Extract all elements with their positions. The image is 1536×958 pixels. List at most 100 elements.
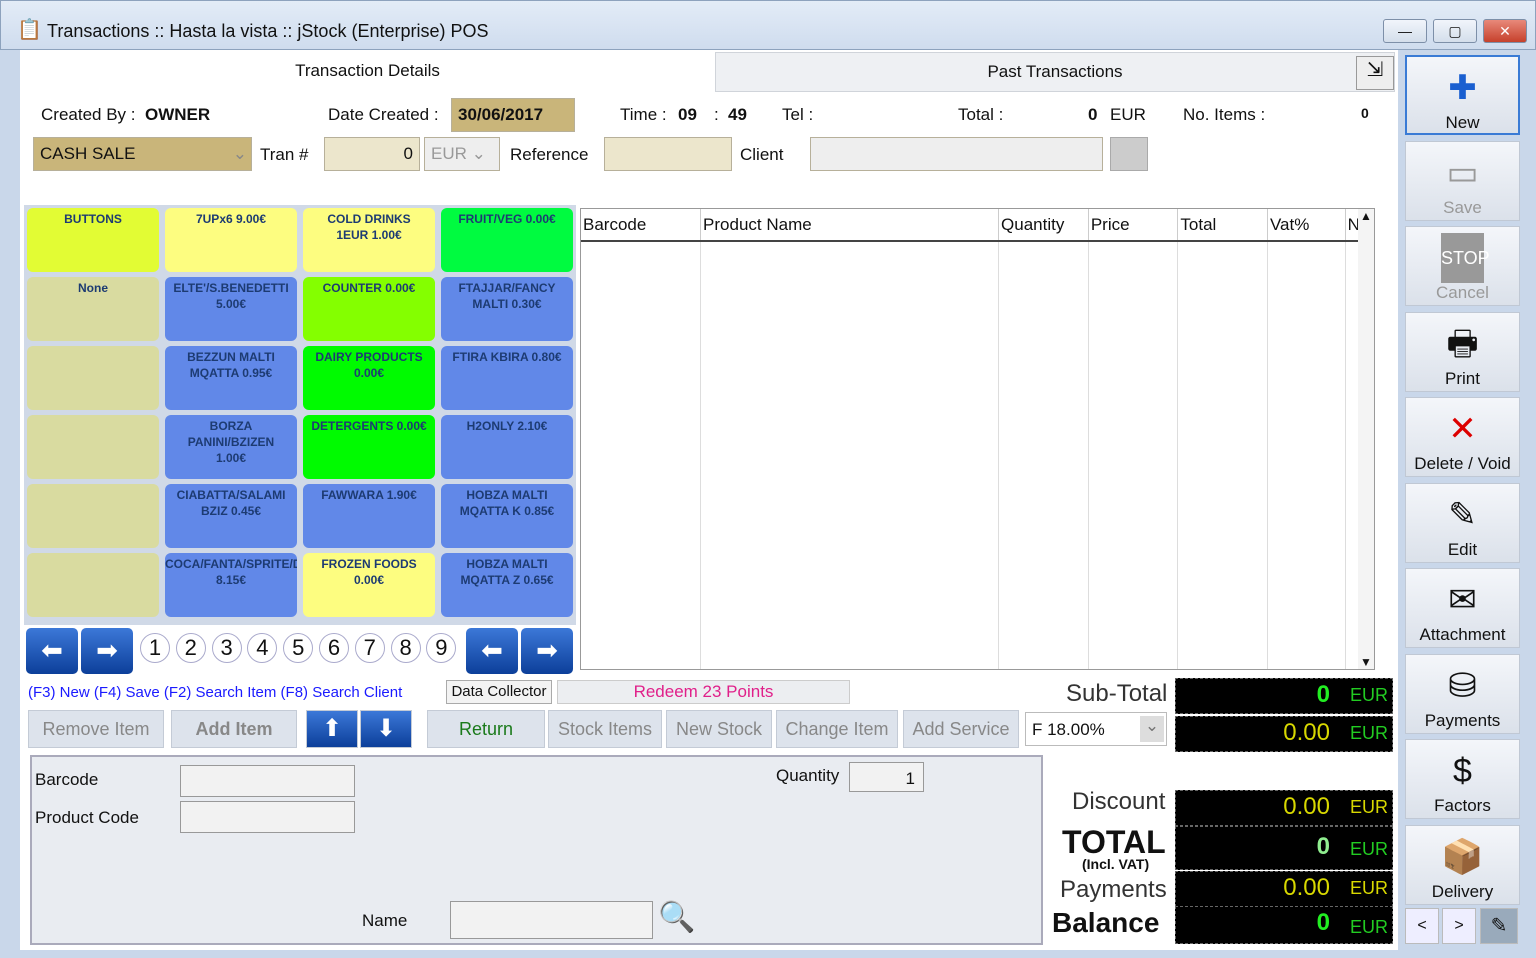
product-button[interactable] (27, 484, 159, 548)
prev-group-button[interactable]: ⬅ (26, 628, 78, 674)
column-header[interactable]: Price (1088, 209, 1179, 242)
product-button[interactable] (27, 346, 159, 410)
add-service-button[interactable]: Add Service (903, 710, 1019, 748)
barcode-input[interactable] (180, 765, 355, 797)
column-header[interactable]: Vat% (1267, 209, 1346, 242)
product-button[interactable]: 7UPx6 9.00€ (165, 208, 297, 272)
product-button[interactable]: FTAJJAR/FANCY MALTI 0.30€ (441, 277, 573, 341)
stock-items-button[interactable]: Stock Items (548, 710, 662, 748)
client-select[interactable] (810, 137, 1103, 171)
product-button[interactable]: FROZEN FOODS 0.00€ (303, 553, 435, 617)
chevron-down-icon: ⌄ (1140, 716, 1164, 742)
product-button[interactable]: COUNTER 0.00€ (303, 277, 435, 341)
minimize-button[interactable]: — (1383, 19, 1427, 43)
tab-transaction-details[interactable]: Transaction Details (20, 52, 715, 92)
tran-field[interactable]: 0 (324, 137, 420, 171)
quantity-input[interactable]: 1 (849, 762, 924, 792)
print-button[interactable]: 🖶 Print (1405, 311, 1520, 392)
table-cell (998, 241, 1089, 669)
balance-display: 0 EUR (1175, 906, 1393, 944)
column-header[interactable]: Quantity (998, 209, 1089, 242)
save-label: Save (1443, 197, 1482, 217)
product-button[interactable]: ELTE'/S.BENEDETTI 5.00€ (165, 277, 297, 341)
delivery-button[interactable]: 📦 Delivery (1405, 824, 1520, 905)
product-button[interactable]: FAWWARA 1.90€ (303, 484, 435, 548)
product-button[interactable]: COLD DRINKS 1EUR 1.00€ (303, 208, 435, 272)
payments-label: Payments (1424, 710, 1501, 730)
page-button[interactable]: 7 (354, 633, 385, 663)
cancel-button[interactable]: STOP Cancel (1405, 226, 1520, 306)
table-cell (1177, 241, 1268, 669)
total-currency: EUR (1110, 105, 1146, 124)
attachment-button[interactable]: ✉ Attachment (1405, 568, 1520, 648)
currency-value: EUR (431, 144, 467, 163)
payments-button[interactable]: ⛁ Payments (1405, 653, 1520, 734)
client-lookup-button[interactable] (1110, 137, 1148, 171)
factors-button[interactable]: $ Factors (1405, 739, 1520, 819)
time-hour: 09 (678, 105, 697, 124)
product-button[interactable]: BEZZUN MALTI MQATTA 0.95€ (165, 346, 297, 410)
page-button[interactable]: 2 (175, 633, 206, 663)
product-button[interactable]: FTIRA KBIRA 0.80€ (441, 346, 573, 410)
next-group-button[interactable]: ➡ (81, 628, 133, 674)
export-icon[interactable]: ⇲ (1356, 56, 1394, 90)
date-field[interactable]: 30/06/2017 (451, 98, 575, 132)
factors-label: Factors (1434, 796, 1491, 815)
product-button[interactable]: CIABATTA/SALAMI BZIZ 0.45€ (165, 484, 297, 548)
page-button[interactable]: 1 (140, 633, 170, 663)
change-item-button[interactable]: Change Item (776, 710, 898, 748)
search-icon[interactable]: 🔍 (658, 900, 695, 935)
currency-select[interactable]: EUR ⌄ (424, 137, 500, 171)
next-button[interactable]: > (1442, 908, 1476, 944)
save-button[interactable]: ▭ Save (1405, 140, 1520, 221)
move-up-button[interactable]: ⬆ (306, 710, 358, 748)
product-button[interactable]: None (27, 277, 159, 341)
settings-icon[interactable]: ✎ (1480, 908, 1518, 944)
table-scrollbar[interactable]: ▲ ▼ (1358, 209, 1374, 669)
next-page-button[interactable]: ➡ (521, 628, 573, 674)
page-button[interactable]: 5 (283, 633, 314, 663)
new-button[interactable]: ✚ New (1405, 55, 1520, 135)
product-button[interactable] (27, 415, 159, 479)
vat-select[interactable]: F 18.00% ⌄ (1025, 712, 1167, 746)
name-input[interactable] (450, 901, 653, 939)
page-button[interactable]: 6 (319, 633, 349, 663)
maximize-button[interactable]: ▢ (1433, 19, 1477, 43)
column-header[interactable]: Barcode (581, 209, 702, 242)
column-header[interactable]: Product Name (700, 209, 1000, 242)
shortcuts-hint: (F3) New (F4) Save (F2) Search Item (F8)… (28, 684, 403, 701)
sale-type-select[interactable]: CASH SALE ⌄ (33, 137, 252, 171)
edit-button[interactable]: ✎ Edit (1405, 482, 1520, 563)
page-button[interactable]: 3 (211, 633, 242, 663)
prev-button[interactable]: < (1405, 908, 1439, 944)
product-button[interactable]: DETERGENTS 0.00€ (303, 415, 435, 479)
product-button[interactable]: HOBZA MALTI MQATTA K 0.85€ (441, 484, 573, 548)
move-down-button[interactable]: ⬇ (360, 710, 412, 748)
product-button[interactable] (27, 553, 159, 617)
product-button[interactable]: FRUIT/VEG 0.00€ (441, 208, 573, 272)
product-button[interactable]: DAIRY PRODUCTS 0.00€ (303, 346, 435, 410)
time-colon: : (714, 105, 719, 124)
prev-page-button[interactable]: ⬅ (466, 628, 518, 674)
product-button[interactable]: COCA/FANTA/SPRITE/D 8.15€ (165, 553, 297, 617)
page-button[interactable]: 8 (390, 633, 421, 663)
add-item-button[interactable]: Add Item (171, 710, 297, 748)
column-header[interactable]: Total (1177, 209, 1268, 242)
discount-value: 0.00 (1283, 793, 1330, 820)
product-button[interactable]: HOBZA MALTI MQATTA Z 0.65€ (441, 553, 573, 617)
data-collector-button[interactable]: Data Collector (446, 680, 552, 704)
close-button[interactable]: ✕ (1483, 19, 1527, 43)
delivery-icon: 📦 (1441, 837, 1484, 876)
window-title: Transactions :: Hasta la vista :: jStock… (47, 21, 489, 41)
product-code-input[interactable] (180, 801, 355, 833)
remove-item-button[interactable]: Remove Item (28, 710, 164, 748)
product-button[interactable]: BORZA PANINI/BZIZEN 1.00€ (165, 415, 297, 479)
redeem-points-button[interactable]: Redeem 23 Points (557, 680, 850, 704)
delete-void-button[interactable]: ✕ Delete / Void (1405, 397, 1520, 477)
product-button[interactable]: BUTTONS (27, 208, 159, 272)
return-button[interactable]: Return (427, 710, 545, 748)
new-stock-button[interactable]: New Stock (666, 710, 772, 748)
reference-field[interactable] (604, 137, 732, 171)
tab-past-transactions[interactable]: Past Transactions (715, 52, 1395, 92)
product-button[interactable]: H2ONLY 2.10€ (441, 415, 573, 479)
